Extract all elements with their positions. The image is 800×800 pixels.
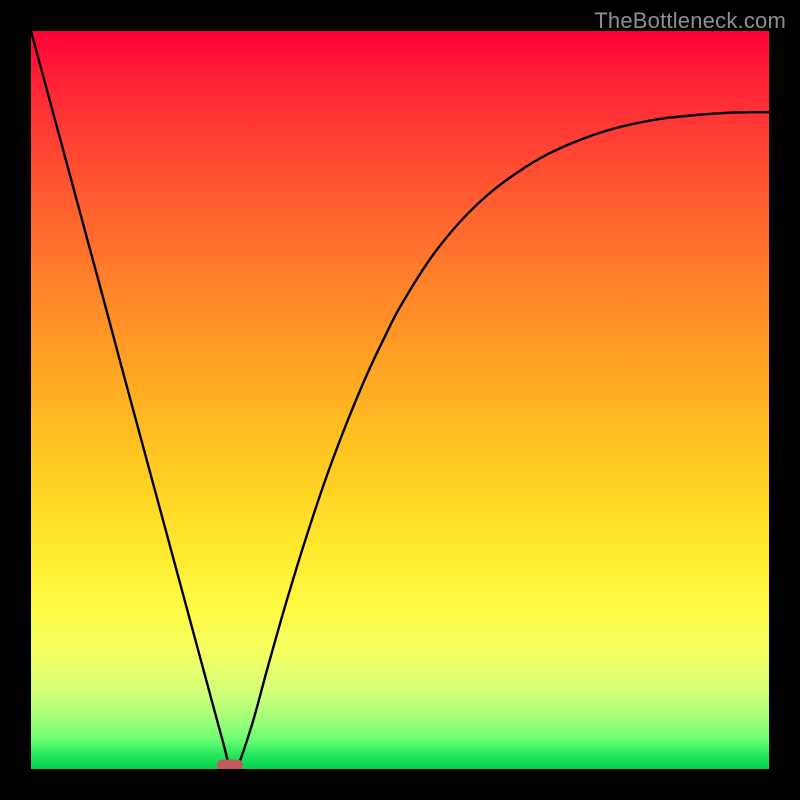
- plot-area: [31, 31, 769, 769]
- chart-frame: TheBottleneck.com: [0, 0, 800, 800]
- optimal-marker: [217, 760, 243, 769]
- watermark-text: TheBottleneck.com: [594, 8, 786, 34]
- bottleneck-curve: [31, 31, 769, 769]
